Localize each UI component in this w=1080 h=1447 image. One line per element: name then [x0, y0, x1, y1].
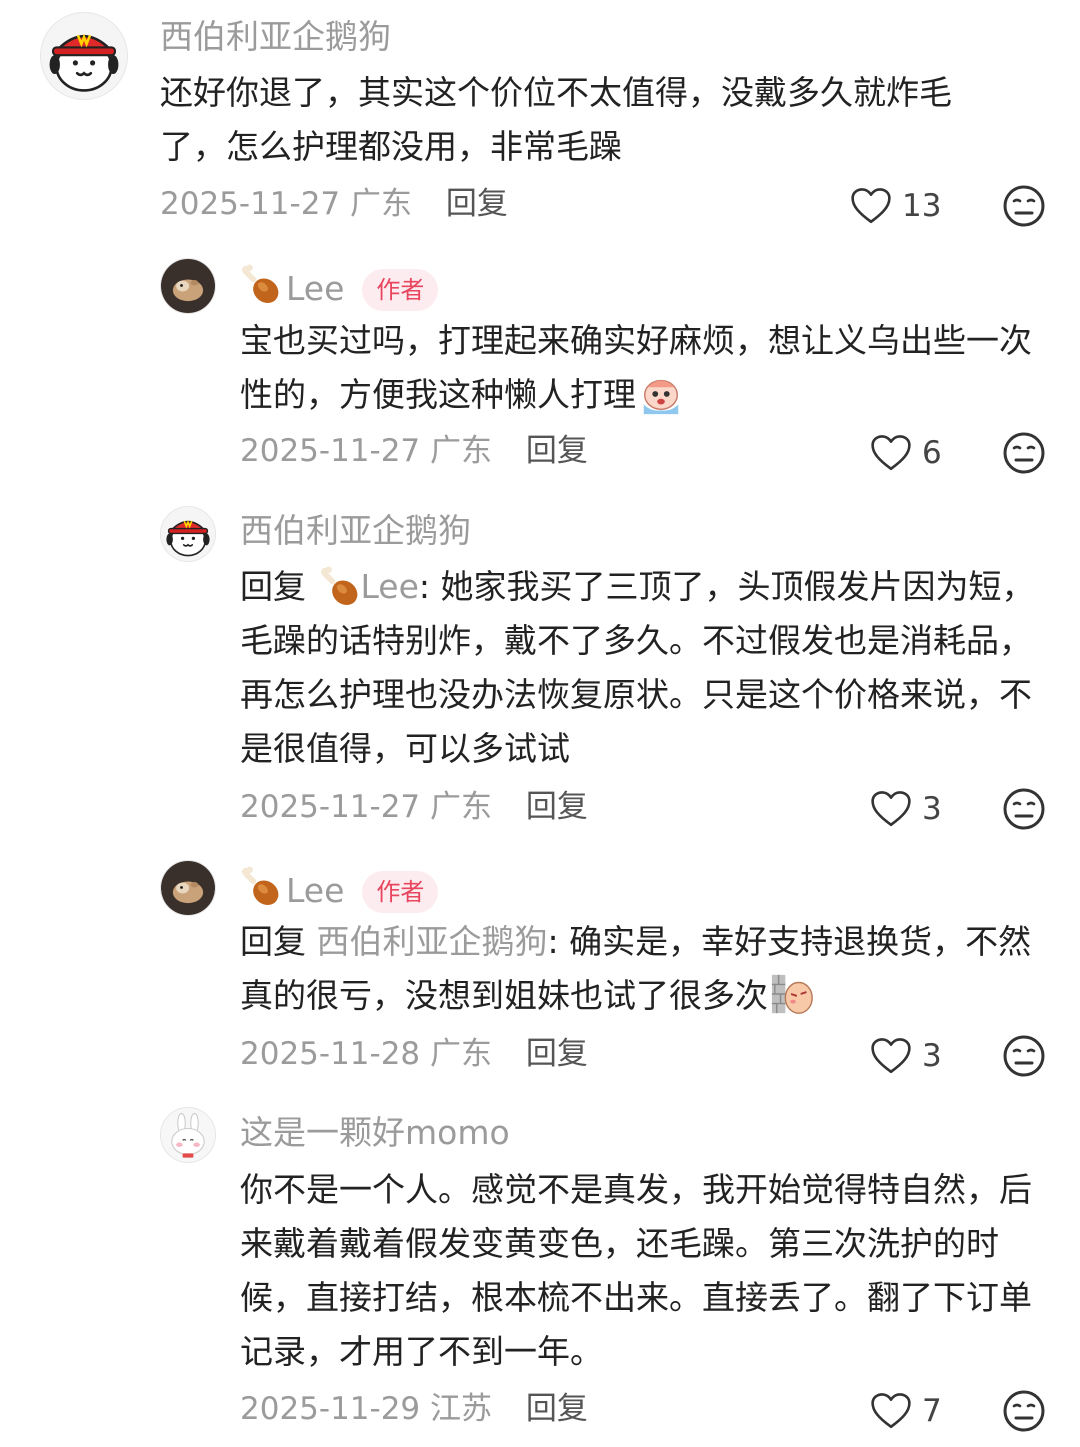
comment-date: 2025-11-27 — [160, 186, 341, 222]
author-badge: 作者 — [362, 871, 439, 913]
wall-peek-emoji-icon — [770, 971, 816, 1017]
like-button[interactable]: 6 — [870, 431, 942, 475]
dislike-face-icon[interactable] — [1002, 1389, 1046, 1433]
drumstick-icon — [319, 566, 361, 608]
dislike-face-icon[interactable] — [1002, 431, 1046, 475]
reply-prefix: 回复 — [240, 567, 306, 606]
avatar[interactable] — [160, 860, 216, 916]
comment-meta: 2025-11-27 广东 回复 — [160, 184, 508, 224]
comment-location: 广东 — [350, 186, 413, 222]
reply-target-user[interactable]: 西伯利亚企鹅狗 — [317, 922, 548, 961]
like-button[interactable]: 13 — [850, 184, 941, 228]
crying-emoji-icon — [638, 370, 684, 416]
heart-icon — [870, 789, 912, 829]
like-button[interactable]: 3 — [870, 1034, 942, 1078]
reply-button[interactable]: 回复 — [526, 1036, 588, 1072]
like-button[interactable]: 3 — [870, 787, 942, 831]
like-count: 7 — [922, 1393, 942, 1429]
reply-prefix: 回复 — [240, 922, 306, 961]
comment-date: 2025-11-27 — [240, 433, 421, 469]
drumstick-icon — [240, 866, 282, 908]
avatar[interactable] — [160, 258, 216, 314]
username-text[interactable]: Lee — [286, 269, 344, 308]
comment-text: 宝也买过吗，打理起来确实好麻烦，想让义乌出些一次性的，方便我这种懒人打理 — [240, 314, 1040, 422]
like-button[interactable]: 7 — [870, 1389, 942, 1433]
comment-meta: 2025-11-27 广东 回复 — [240, 787, 588, 827]
username[interactable]: Lee 作者 — [240, 264, 439, 311]
heart-icon — [870, 433, 912, 473]
dislike-face-icon[interactable] — [1002, 1034, 1046, 1078]
author-badge: 作者 — [362, 269, 439, 311]
comment-date: 2025-11-27 — [240, 789, 421, 825]
username-text[interactable]: 这是一颗好momo — [240, 1113, 510, 1152]
like-count: 3 — [922, 791, 942, 827]
heart-icon — [870, 1036, 912, 1076]
heart-icon — [850, 186, 892, 226]
username[interactable]: 西伯利亚企鹅狗 — [240, 511, 471, 551]
comment-location: 广东 — [430, 433, 493, 469]
username-text[interactable]: 西伯利亚企鹅狗 — [240, 511, 471, 550]
comment-text: 还好你退了，其实这个价位不太值得，没戴多久就炸毛了，怎么护理都没用，非常毛躁 — [160, 66, 1000, 174]
comment-body: 还好你退了，其实这个价位不太值得，没戴多久就炸毛了，怎么护理都没用，非常毛躁 — [160, 73, 952, 166]
reply-button[interactable]: 回复 — [526, 1391, 588, 1427]
reply-target-user[interactable]: Lee — [361, 567, 419, 606]
username[interactable]: 西伯利亚企鹅狗 — [160, 17, 391, 57]
dislike-face-icon[interactable] — [1002, 787, 1046, 831]
like-count: 13 — [902, 188, 942, 224]
comment-location: 广东 — [430, 789, 493, 825]
avatar[interactable] — [160, 1107, 216, 1163]
comment-body: 你不是一个人。感觉不是真发，我开始觉得特自然，后来戴着戴着假发变黄变色，还毛躁。… — [240, 1170, 1032, 1371]
avatar[interactable] — [40, 12, 128, 100]
heart-icon — [870, 1391, 912, 1431]
comment-body: 宝也买过吗，打理起来确实好麻烦，想让义乌出些一次性的，方便我这种懒人打理 — [240, 321, 1032, 414]
username-text[interactable]: Lee — [286, 871, 344, 910]
comment-meta: 2025-11-29 江苏 回复 — [240, 1389, 588, 1429]
reply-button[interactable]: 回复 — [446, 186, 508, 222]
comment-text: 回复 Lee: 她家我买了三顶了，头顶假发片因为短，毛躁的话特别炸，戴不了多久。… — [240, 560, 1040, 776]
comment-meta: 2025-11-27 广东 回复 — [240, 431, 588, 471]
comment-date: 2025-11-29 — [240, 1391, 421, 1427]
username-text[interactable]: 西伯利亚企鹅狗 — [160, 17, 391, 56]
username[interactable]: Lee 作者 — [240, 866, 439, 913]
comment-text: 你不是一个人。感觉不是真发，我开始觉得特自然，后来戴着戴着假发变黄变色，还毛躁。… — [240, 1163, 1040, 1379]
drumstick-icon — [240, 264, 282, 306]
avatar[interactable] — [160, 506, 216, 562]
like-count: 6 — [922, 435, 942, 471]
comment-meta: 2025-11-28 广东 回复 — [240, 1034, 588, 1074]
reply-button[interactable]: 回复 — [526, 789, 588, 825]
like-count: 3 — [922, 1038, 942, 1074]
comment-text: 回复 西伯利亚企鹅狗: 确实是，幸好支持退换货，不然真的很亏，没想到姐妹也试了很… — [240, 915, 1040, 1023]
reply-button[interactable]: 回复 — [526, 433, 588, 469]
comment-location: 广东 — [430, 1036, 493, 1072]
comment-date: 2025-11-28 — [240, 1036, 421, 1072]
username[interactable]: 这是一颗好momo — [240, 1113, 510, 1153]
dislike-face-icon[interactable] — [1002, 184, 1046, 228]
comment-location: 江苏 — [430, 1391, 493, 1427]
